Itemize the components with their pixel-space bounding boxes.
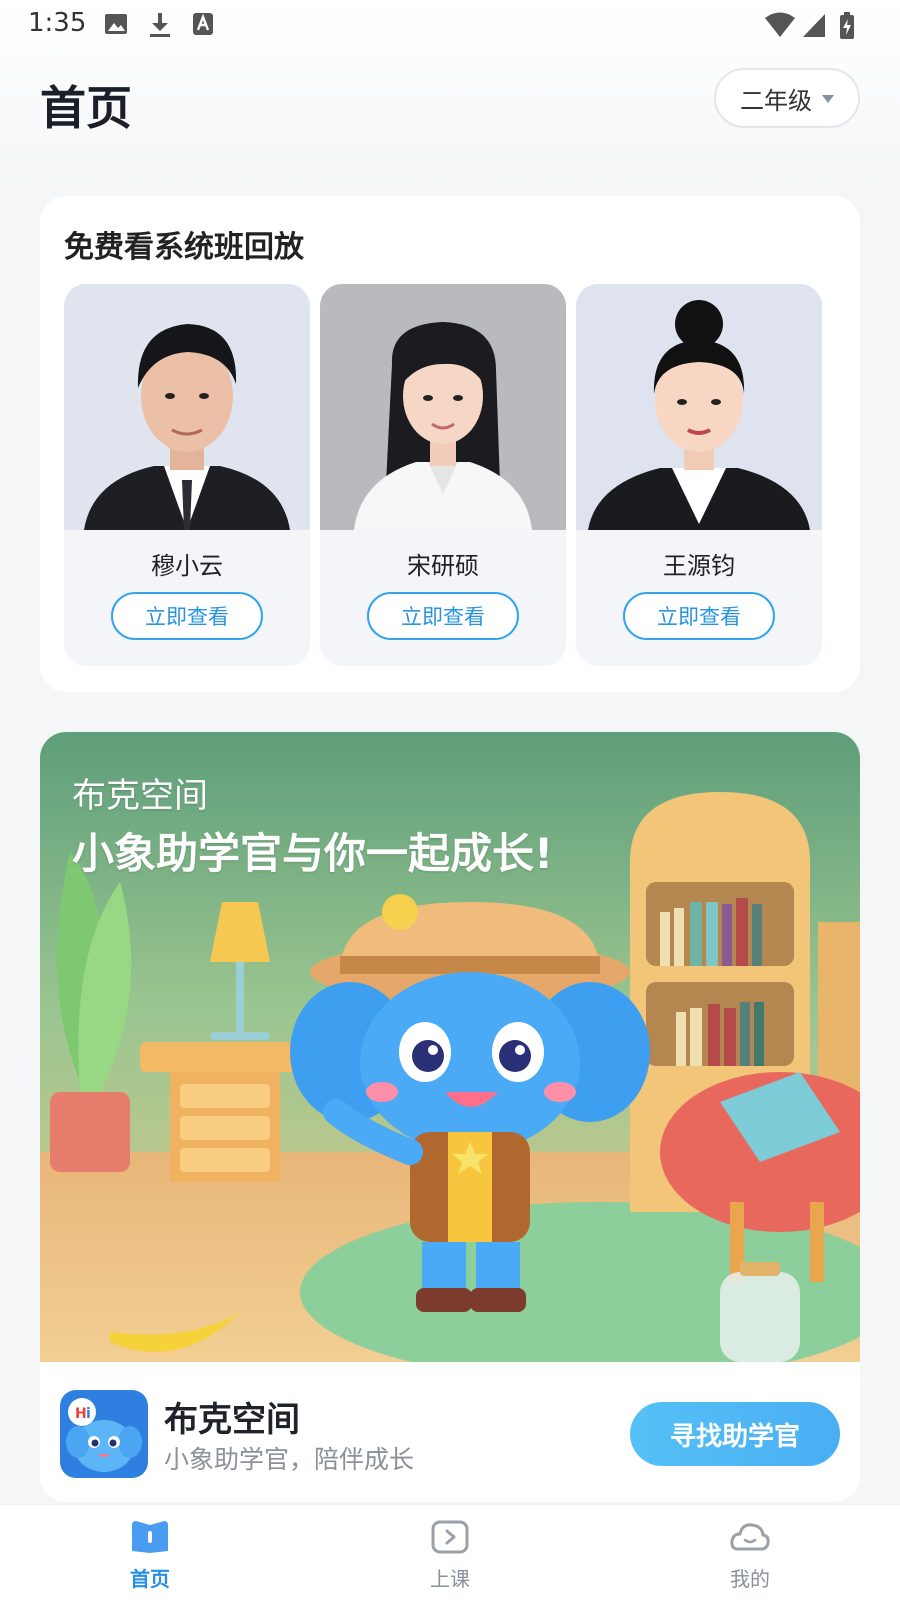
app-name: 布克空间	[164, 1400, 300, 1440]
svg-text:H: H	[75, 1406, 87, 1422]
teacher-photo	[64, 284, 310, 530]
replay-section-title: 免费看系统班回放	[64, 230, 304, 265]
svg-text:i: i	[86, 1406, 91, 1422]
bottom-navigation: 首页 上课 我的	[0, 1504, 900, 1600]
cellular-signal-icon	[803, 14, 825, 37]
teacher-name: 宋研硕	[407, 552, 479, 580]
text-a-icon	[193, 13, 213, 35]
teacher-photo	[320, 284, 566, 530]
play-icon	[431, 1520, 469, 1554]
teacher-card[interactable]: 穆小云 立即查看	[64, 284, 310, 666]
image-notification-icon	[105, 14, 127, 34]
banner-kicker: 布克空间	[72, 776, 208, 816]
view-now-button[interactable]: 立即查看	[367, 592, 519, 640]
battery-charging-icon	[840, 12, 854, 39]
free-replay-card: 免费看系统班回放 穆小云 立即查看 宋研硕 立即查看 王源钧 立即查看	[40, 196, 860, 692]
find-assistant-button[interactable]: 寻找助学官	[630, 1402, 840, 1466]
book-icon	[132, 1521, 168, 1553]
teacher-name: 王源钧	[663, 552, 735, 580]
app-subtitle: 小象助学官，陪伴成长	[164, 1445, 415, 1474]
teacher-photo	[576, 284, 822, 530]
nav-label: 首页	[130, 1567, 170, 1591]
status-bar: 1:35	[0, 0, 900, 50]
nav-label: 我的	[730, 1567, 770, 1591]
nav-tab-class[interactable]: 上课	[370, 1505, 530, 1600]
nav-label: 上课	[430, 1567, 470, 1591]
status-time: 1:35	[28, 8, 87, 38]
book-space-app-icon: H i	[60, 1390, 148, 1478]
teacher-card[interactable]: 王源钧 立即查看	[576, 284, 822, 666]
cloud-face-icon	[730, 1523, 770, 1551]
nav-tab-home[interactable]: 首页	[70, 1505, 230, 1600]
teacher-card[interactable]: 宋研硕 立即查看	[320, 284, 566, 666]
grade-selector[interactable]: 二年级	[714, 68, 860, 128]
view-now-button[interactable]: 立即查看	[111, 592, 263, 640]
banner-headline: 小象助学官与你一起成长!	[72, 829, 554, 878]
caret-down-icon	[822, 95, 834, 103]
download-icon	[150, 13, 170, 37]
book-space-banner-card[interactable]: 布克空间 小象助学官与你一起成长! H i 布克空间 小象助学官，陪伴成长 寻找…	[40, 732, 860, 1502]
view-now-button[interactable]: 立即查看	[623, 592, 775, 640]
page-title: 首页	[40, 81, 132, 135]
grade-selector-label: 二年级	[740, 86, 812, 115]
teacher-name: 穆小云	[151, 552, 223, 580]
nav-tab-mine[interactable]: 我的	[670, 1505, 830, 1600]
wifi-icon	[765, 12, 795, 37]
